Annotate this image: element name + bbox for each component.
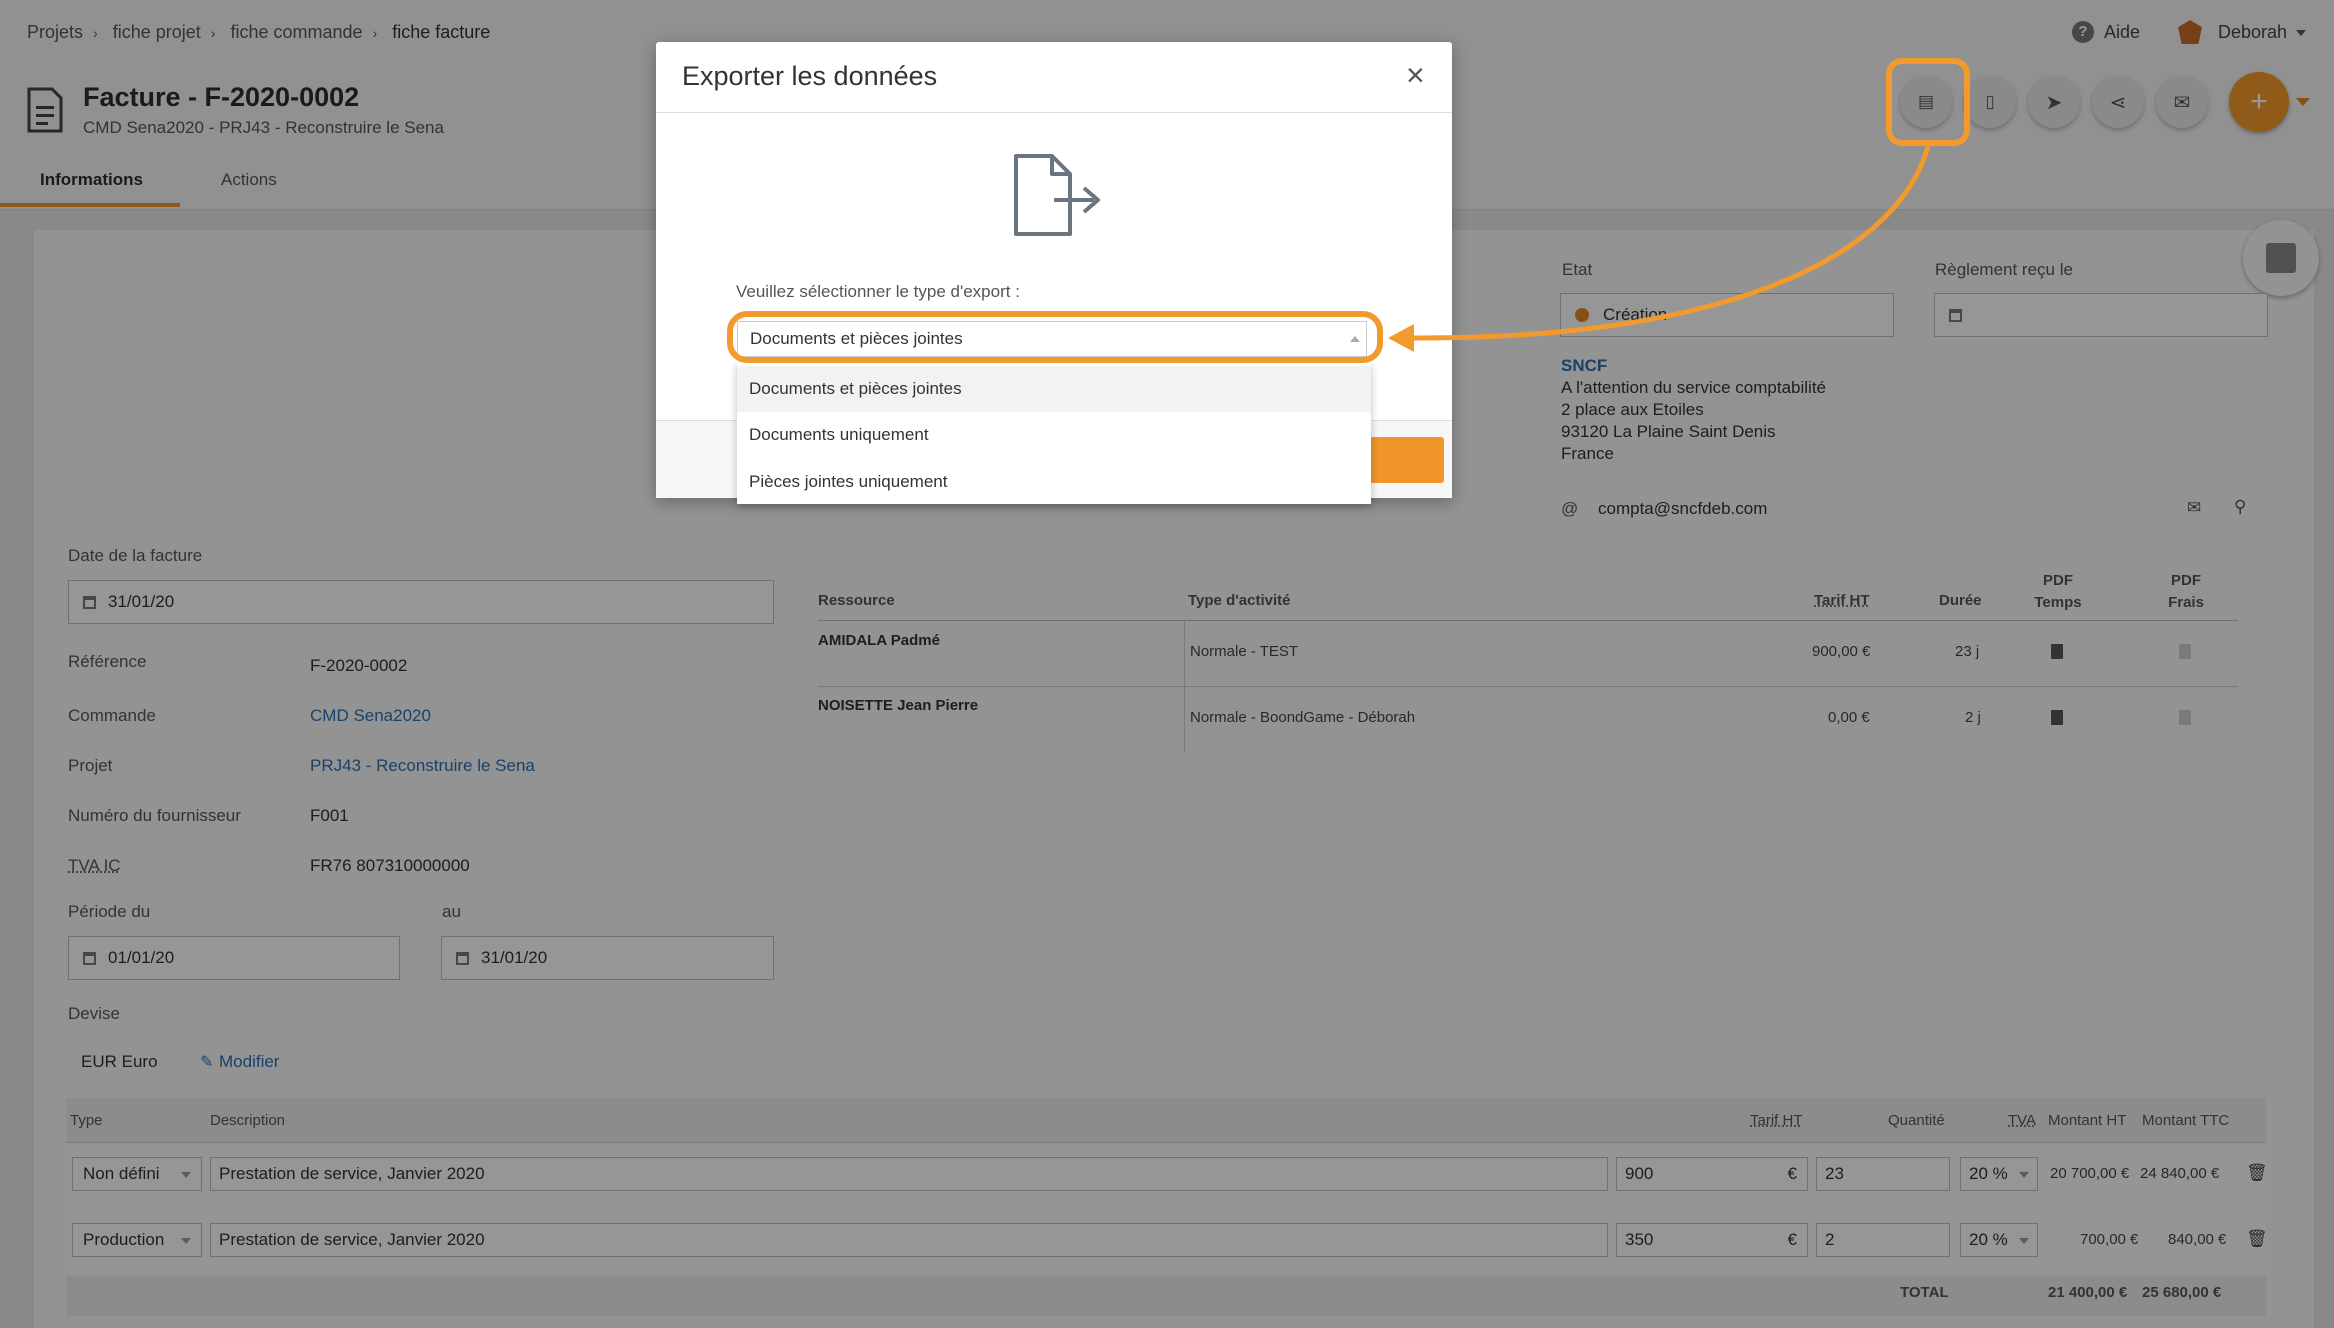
export-type-prompt: Veuillez sélectionner le type d'export :: [736, 282, 1020, 301]
export-option[interactable]: Documents et pièces jointes: [737, 366, 1371, 412]
export-option[interactable]: Pièces jointes uniquement: [737, 459, 1371, 505]
modal-divider: [656, 112, 1452, 113]
export-option[interactable]: Documents uniquement: [737, 412, 1371, 458]
annotation-arrow: [1388, 145, 1931, 352]
close-icon[interactable]: ×: [1406, 57, 1425, 94]
modal-title: Exporter les données: [682, 61, 938, 91]
export-button-highlight: [1886, 58, 1970, 146]
export-confirm-button[interactable]: [1364, 437, 1444, 483]
file-export-icon: [1014, 154, 1100, 236]
select-highlight: [727, 311, 1383, 363]
export-type-dropdown: Documents et pièces jointes Documents un…: [737, 362, 1371, 504]
